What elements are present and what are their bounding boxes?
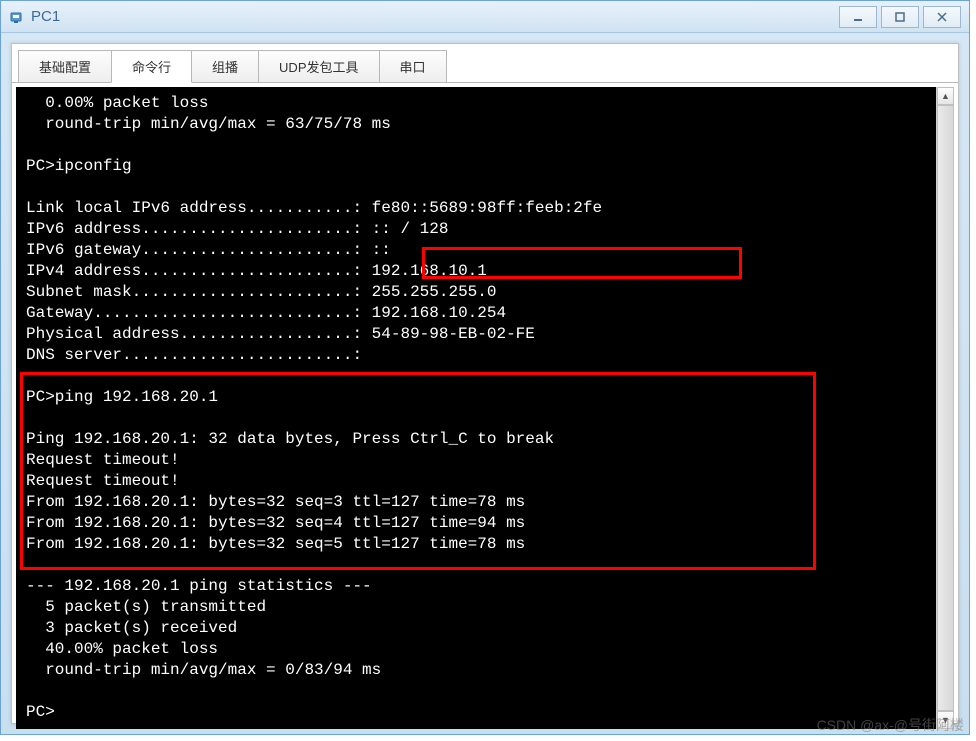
minimize-button[interactable]	[839, 6, 877, 28]
terminal-container: 0.00% packet loss round-trip min/avg/max…	[12, 82, 958, 733]
maximize-button[interactable]	[881, 6, 919, 28]
close-button[interactable]	[923, 6, 961, 28]
content-area: 基础配置 命令行 组播 UDP发包工具 串口 0.00% packet loss…	[11, 43, 959, 724]
app-window: PC1 基础配置 命令行 组播 UDP发包工具 串口 0.00% packet …	[0, 0, 970, 735]
scroll-up-arrow[interactable]: ▲	[937, 87, 954, 105]
tab-command-line[interactable]: 命令行	[111, 50, 192, 83]
tab-serial[interactable]: 串口	[379, 50, 447, 83]
tab-udp-packet[interactable]: UDP发包工具	[258, 50, 379, 83]
terminal-output[interactable]: 0.00% packet loss round-trip min/avg/max…	[16, 87, 936, 729]
titlebar[interactable]: PC1	[1, 1, 969, 33]
window-controls	[839, 6, 961, 28]
highlight-box-1	[422, 247, 742, 279]
scrollbar[interactable]: ▲ ▼	[936, 87, 954, 729]
scroll-thumb[interactable]	[937, 105, 954, 711]
highlight-box-2	[20, 372, 816, 570]
app-icon	[9, 9, 25, 25]
tab-basic-config[interactable]: 基础配置	[18, 50, 112, 83]
tab-bar: 基础配置 命令行 组播 UDP发包工具 串口	[12, 44, 958, 83]
watermark: CSDN @ax-@号街阿楼	[817, 715, 964, 735]
tab-multicast[interactable]: 组播	[191, 50, 259, 83]
window-title: PC1	[31, 8, 60, 25]
